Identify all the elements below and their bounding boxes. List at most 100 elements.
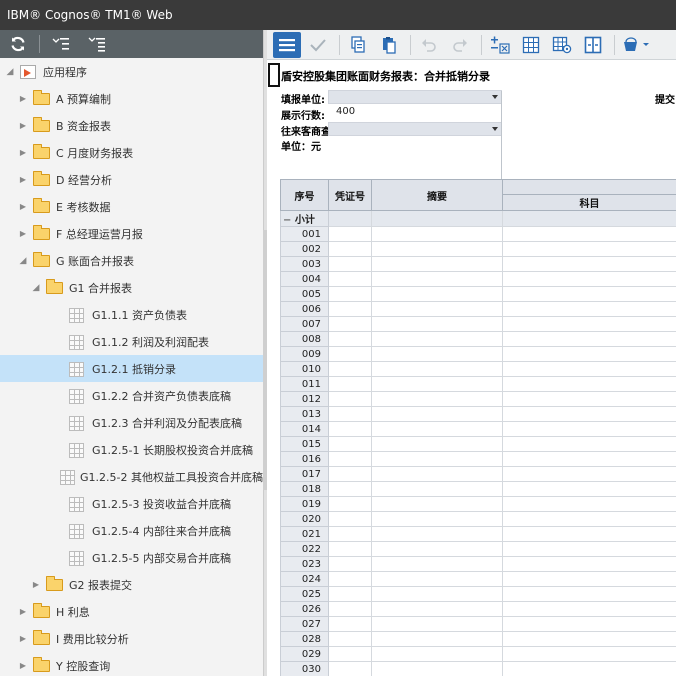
table-settings-icon[interactable] [548, 32, 576, 58]
col-header-voucher[interactable]: 凭证号 [328, 179, 372, 211]
collapse-minus-icon[interactable]: − [283, 215, 295, 226]
row-number[interactable]: 014 [280, 421, 329, 437]
subtotal-cell[interactable] [371, 210, 503, 227]
voucher-cell[interactable] [328, 541, 372, 557]
summary-cell[interactable] [371, 421, 503, 437]
col-header-subject[interactable]: 科目 [502, 194, 676, 211]
subject-cell[interactable] [502, 466, 676, 482]
expand-arrow-icon[interactable]: ▶ [29, 580, 43, 589]
tree-item[interactable]: G1.2.1 抵销分录 [0, 355, 263, 382]
summary-cell[interactable] [371, 361, 503, 377]
undo-icon[interactable] [415, 32, 443, 58]
voucher-cell[interactable] [328, 556, 372, 572]
subject-cell[interactable] [502, 316, 676, 332]
row-number[interactable]: 005 [280, 286, 329, 302]
tree-item[interactable]: G1.2.5-1 长期股权投资合并底稿 [0, 436, 263, 463]
subtotal-cell[interactable] [328, 210, 372, 227]
expand-arrow-icon[interactable]: ▶ [16, 229, 30, 238]
counterparty-select[interactable] [328, 122, 502, 136]
row-number[interactable]: 002 [280, 241, 329, 257]
table-view-icon[interactable] [517, 32, 545, 58]
row-number[interactable]: 010 [280, 361, 329, 377]
subject-cell[interactable] [502, 256, 676, 272]
collapse-tree-icon[interactable] [43, 30, 79, 58]
voucher-cell[interactable] [328, 421, 372, 437]
fit-columns-icon[interactable] [579, 32, 607, 58]
voucher-cell[interactable] [328, 346, 372, 362]
row-number[interactable]: 016 [280, 451, 329, 467]
voucher-cell[interactable] [328, 361, 372, 377]
voucher-cell[interactable] [328, 631, 372, 647]
summary-cell[interactable] [371, 556, 503, 572]
row-number[interactable]: 009 [280, 346, 329, 362]
subject-cell[interactable] [502, 361, 676, 377]
row-number[interactable]: 026 [280, 601, 329, 617]
paste-icon[interactable] [375, 32, 403, 58]
row-number[interactable]: 024 [280, 571, 329, 587]
voucher-cell[interactable] [328, 316, 372, 332]
subject-cell[interactable] [502, 301, 676, 317]
subject-cell[interactable] [502, 631, 676, 647]
subject-cell[interactable] [502, 421, 676, 437]
copy-icon[interactable] [344, 32, 372, 58]
tree-item[interactable]: ▶ D 经营分析 [0, 166, 263, 193]
summary-cell[interactable] [371, 376, 503, 392]
subject-cell[interactable] [502, 391, 676, 407]
row-number[interactable]: 020 [280, 511, 329, 527]
summary-cell[interactable] [371, 346, 503, 362]
summary-cell[interactable] [371, 286, 503, 302]
paint-bucket-dropdown-icon[interactable] [619, 32, 653, 58]
subject-cell[interactable] [502, 436, 676, 452]
tree-item[interactable]: G1.2.5-5 内部交易合并底稿 [0, 544, 263, 571]
summary-cell[interactable] [371, 616, 503, 632]
summary-cell[interactable] [371, 571, 503, 587]
subject-cell[interactable] [502, 376, 676, 392]
subject-cell[interactable] [502, 226, 676, 242]
voucher-cell[interactable] [328, 226, 372, 242]
menu-icon[interactable] [273, 31, 301, 58]
row-number[interactable]: 025 [280, 586, 329, 602]
summary-cell[interactable] [371, 601, 503, 617]
display-rows-input[interactable]: 400 [328, 106, 502, 120]
row-number[interactable]: 022 [280, 541, 329, 557]
tree-item[interactable]: G1.2.5-3 投资收益合并底稿 [0, 490, 263, 517]
tree-item[interactable]: ▶ I 费用比较分析 [0, 625, 263, 652]
refresh-icon[interactable] [0, 30, 36, 58]
row-number[interactable]: 004 [280, 271, 329, 287]
tree-item[interactable]: ◢ 应用程序 [0, 58, 263, 85]
voucher-cell[interactable] [328, 406, 372, 422]
voucher-cell[interactable] [328, 661, 372, 676]
expand-arrow-icon[interactable]: ▶ [16, 148, 30, 157]
voucher-cell[interactable] [328, 331, 372, 347]
summary-cell[interactable] [371, 316, 503, 332]
collapse-arrow-icon[interactable]: ◢ [16, 256, 30, 266]
tree-item[interactable]: ▶ F 总经理运营月报 [0, 220, 263, 247]
subject-cell[interactable] [502, 346, 676, 362]
row-number[interactable]: 030 [280, 661, 329, 676]
collapse-arrow-icon[interactable]: ◢ [29, 283, 43, 293]
subtotal-cell[interactable] [502, 210, 676, 227]
row-number[interactable]: 017 [280, 466, 329, 482]
voucher-cell[interactable] [328, 466, 372, 482]
subject-cell[interactable] [502, 541, 676, 557]
voucher-cell[interactable] [328, 571, 372, 587]
summary-cell[interactable] [371, 406, 503, 422]
voucher-cell[interactable] [328, 616, 372, 632]
subject-cell[interactable] [502, 511, 676, 527]
tree-item[interactable]: ▶ Y 控股查询 [0, 652, 263, 676]
expand-arrow-icon[interactable]: ▶ [16, 94, 30, 103]
row-number[interactable]: 011 [280, 376, 329, 392]
row-number[interactable]: 008 [280, 331, 329, 347]
summary-cell[interactable] [371, 481, 503, 497]
subject-cell[interactable] [502, 571, 676, 587]
expand-arrow-icon[interactable]: ▶ [16, 607, 30, 616]
voucher-cell[interactable] [328, 436, 372, 452]
subject-cell[interactable] [502, 331, 676, 347]
row-number[interactable]: 006 [280, 301, 329, 317]
subject-cell[interactable] [502, 406, 676, 422]
summary-cell[interactable] [371, 586, 503, 602]
voucher-cell[interactable] [328, 241, 372, 257]
subject-cell[interactable] [502, 526, 676, 542]
summary-cell[interactable] [371, 541, 503, 557]
subject-cell[interactable] [502, 286, 676, 302]
